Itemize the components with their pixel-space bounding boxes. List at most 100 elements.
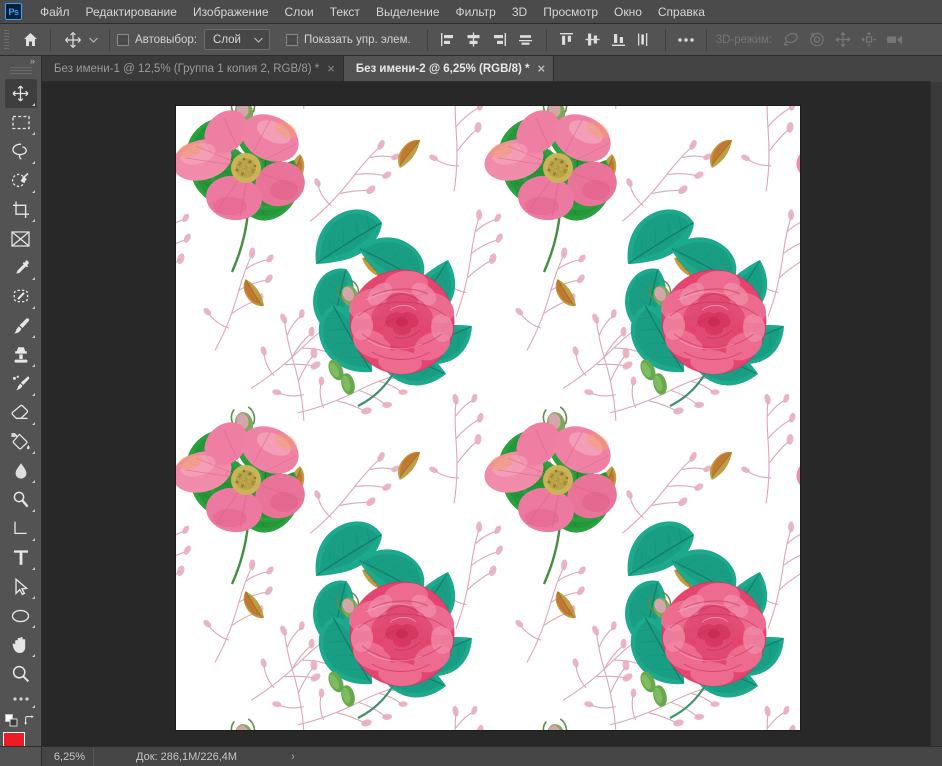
align-bottom-edges-icon[interactable] <box>606 28 632 52</box>
align-top-edges-icon[interactable] <box>554 28 580 52</box>
document-tab-1[interactable]: Без имени-1 @ 12,5% (Группа 1 копия 2, R… <box>42 56 344 81</box>
menu-filter[interactable]: Фильтр <box>448 2 504 22</box>
tool-flyout-indicator <box>31 219 35 222</box>
menu-select[interactable]: Выделение <box>368 2 448 22</box>
document-tab-label: Без имени-2 @ 6,25% (RGB/8) * <box>355 62 530 75</box>
default-colors-icon[interactable] <box>5 714 18 732</box>
menu-text[interactable]: Текст <box>322 2 368 22</box>
tool-flyout-indicator <box>31 393 35 396</box>
menu-image[interactable]: Изображение <box>185 2 277 22</box>
divider <box>426 28 428 51</box>
sidebar-tool-frame[interactable] <box>5 224 37 253</box>
pan-3d-icon[interactable] <box>830 28 856 52</box>
swap-colors-icon[interactable] <box>23 714 36 732</box>
divider <box>545 28 547 51</box>
chevron-down-icon[interactable] <box>86 37 100 43</box>
active-tool-preset[interactable] <box>58 28 102 52</box>
menu-help[interactable]: Справка <box>650 2 713 22</box>
tool-flyout-indicator <box>31 103 35 106</box>
status-bar: 6,25% Док: 286,1M/226,4M › <box>0 746 942 766</box>
sidebar-tool-ellipse-shape[interactable] <box>5 601 37 630</box>
menu-window[interactable]: Окно <box>606 2 650 22</box>
sidebar-tool-type[interactable] <box>5 543 37 572</box>
zoom-level-field[interactable]: 6,25% <box>42 747 94 766</box>
sidebar-tool-history-brush[interactable] <box>5 369 37 398</box>
canvas-area[interactable] <box>42 82 930 746</box>
align-left-edges-icon[interactable] <box>435 28 461 52</box>
sidebar-tool-rectangular-marquee[interactable] <box>5 108 37 137</box>
roll-3d-icon[interactable] <box>804 28 830 52</box>
home-icon[interactable] <box>17 28 43 52</box>
tool-flyout-indicator <box>31 538 35 541</box>
tool-flyout-indicator <box>31 161 35 164</box>
sidebar-tool-brush[interactable] <box>5 311 37 340</box>
scale-3d-camera-icon[interactable] <box>882 28 908 52</box>
options-bar: Автовыбор: Слой Показать упр. элем. 3D-р… <box>0 24 942 56</box>
divider <box>664 28 666 51</box>
align-horizontal-centers-icon[interactable] <box>461 28 487 52</box>
sidebar-tool-path-selection[interactable] <box>5 572 37 601</box>
menu-edit[interactable]: Редактирование <box>78 2 185 22</box>
show-transform-controls-label: Показать упр. элем. <box>304 33 411 46</box>
divider <box>109 28 110 51</box>
autoselect-checkbox[interactable] <box>117 33 129 46</box>
options-bar-grip[interactable] <box>2 28 11 51</box>
tools-panel-grip[interactable] <box>8 66 33 76</box>
sidebar-tool-pen[interactable] <box>5 514 37 543</box>
canvas-vertical-scrollbar[interactable] <box>930 82 942 746</box>
slide-3d-icon[interactable] <box>856 28 882 52</box>
tool-flyout-indicator <box>31 364 35 367</box>
tool-flyout-indicator <box>31 567 35 570</box>
tool-flyout-indicator <box>31 422 35 425</box>
status-bar-tool-gutter <box>0 747 42 766</box>
sidebar-tool-crop[interactable] <box>5 195 37 224</box>
more-options-ellipsis-icon[interactable] <box>673 28 699 52</box>
sidebar-tool-edit-toolbar[interactable] <box>5 688 37 710</box>
menu-3d[interactable]: 3D <box>504 2 535 22</box>
tool-flyout-indicator <box>31 335 35 338</box>
tool-flyout-indicator <box>31 654 35 657</box>
menu-file[interactable]: Файл <box>32 2 78 22</box>
tool-flyout-indicator <box>31 625 35 628</box>
tool-flyout-indicator <box>31 509 35 512</box>
distribute-vertical-icon[interactable] <box>632 28 658 52</box>
sidebar-tool-clone-stamp[interactable] <box>5 340 37 369</box>
autoselect-label: Автовыбор: <box>135 33 198 46</box>
document-tab-2[interactable]: Без имени-2 @ 6,25% (RGB/8) * × <box>343 56 555 81</box>
color-controls-row <box>5 714 36 732</box>
close-icon[interactable]: × <box>538 62 546 75</box>
sidebar-tool-zoom[interactable] <box>5 659 37 688</box>
menu-view[interactable]: Просмотр <box>535 2 606 22</box>
align-vertical-centers-icon[interactable] <box>580 28 606 52</box>
tool-flyout-indicator <box>31 190 35 193</box>
sidebar-tool-move[interactable] <box>4 79 37 108</box>
sidebar-tool-eyedropper[interactable] <box>5 253 37 282</box>
sidebar-tool-blur[interactable] <box>5 456 37 485</box>
tools-panel: » <box>0 56 42 766</box>
distribute-horizontal-icon[interactable] <box>513 28 539 52</box>
sidebar-tool-gradient[interactable] <box>5 427 37 456</box>
menu-layers[interactable]: Слои <box>277 2 322 22</box>
tool-flyout-indicator <box>31 306 35 309</box>
show-transform-controls-checkbox[interactable] <box>286 33 299 46</box>
align-vertical-group <box>554 28 658 52</box>
autoselect-scope-value: Слой <box>213 33 241 46</box>
sidebar-tool-dodge[interactable] <box>5 485 37 514</box>
tool-flyout-indicator <box>31 705 35 708</box>
rotate-3d-icon[interactable] <box>778 28 804 52</box>
close-icon[interactable]: × <box>327 62 335 75</box>
move-tool-icon[interactable] <box>60 28 86 52</box>
artboard-canvas[interactable] <box>176 106 800 730</box>
chevron-right-icon[interactable]: › <box>291 751 295 763</box>
align-right-edges-icon[interactable] <box>487 28 513 52</box>
sidebar-tool-object-selection[interactable] <box>5 166 37 195</box>
chevron-double-right-icon[interactable]: » <box>0 56 41 66</box>
sidebar-tool-healing-brush[interactable] <box>5 282 37 311</box>
sidebar-tool-lasso[interactable] <box>5 137 37 166</box>
tool-flyout-indicator <box>31 596 35 599</box>
sidebar-tool-eraser[interactable] <box>5 398 37 427</box>
sidebar-tool-hand[interactable] <box>5 630 37 659</box>
autoselect-scope-select[interactable]: Слой <box>204 29 271 50</box>
divider <box>705 28 707 51</box>
photoshop-logo-icon: Ps <box>5 3 22 20</box>
